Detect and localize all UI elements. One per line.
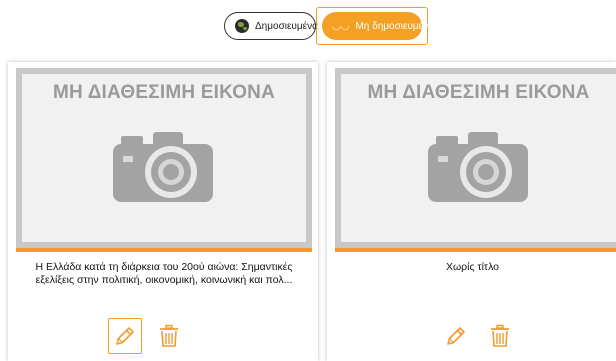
accent-bar xyxy=(335,248,616,252)
edit-button[interactable] xyxy=(108,318,142,354)
unpublished-filter-button[interactable]: ◡◡ Μη δημοσιευμένα xyxy=(322,12,434,40)
edit-button[interactable] xyxy=(439,318,473,354)
image-placeholder: ΜΗ ΔΙΑΘΕΣΙΜΗ ΕΙΚΟΝΑ xyxy=(335,68,616,248)
content-card[interactable]: ΜΗ ΔΙΑΘΕΣΙΜΗ ΕΙΚΟΝΑ Η Ελλάδα κατά τη διά… xyxy=(8,62,318,361)
published-filter-label: Δημοσιευμένα xyxy=(255,20,318,32)
camera-icon xyxy=(113,132,213,202)
unpublished-filter-label: Μη δημοσιευμένα xyxy=(355,20,434,32)
card-actions xyxy=(108,316,186,356)
globe-icon xyxy=(235,19,249,33)
trash-icon xyxy=(160,324,178,347)
accent-bar xyxy=(16,248,312,252)
image-placeholder: ΜΗ ΔΙΑΘΕΣΙΜΗ ΕΙΚΟΝΑ xyxy=(16,68,312,248)
card-title: Η Ελλάδα κατά τη διάρκεια του 20ού αιώνα… xyxy=(35,261,293,286)
camera-icon xyxy=(427,132,528,202)
published-filter-button[interactable]: Δημοσιευμένα xyxy=(224,12,318,40)
content-card[interactable]: ΜΗ ΔΙΑΘΕΣΙΜΗ ΕΙΚΟΝΑ Χωρίς τίτλο xyxy=(327,62,616,361)
filter-bar: Δημοσιευμένα ◡◡ Μη δημοσιευμένα xyxy=(0,7,616,45)
pencil-icon xyxy=(447,327,465,345)
hidden-eye-icon: ◡◡ xyxy=(332,20,350,32)
placeholder-text: ΜΗ ΔΙΑΘΕΣΙΜΗ ΕΙΚΟΝΑ xyxy=(52,82,276,103)
delete-button[interactable] xyxy=(152,318,186,354)
trash-icon xyxy=(491,324,509,347)
delete-button[interactable] xyxy=(483,318,517,354)
card-title: Χωρίς τίτλο xyxy=(445,261,500,273)
card-actions xyxy=(439,316,517,356)
pencil-icon xyxy=(116,327,134,345)
placeholder-text: ΜΗ ΔΙΑΘΕΣΙΜΗ ΕΙΚΟΝΑ xyxy=(367,82,590,103)
